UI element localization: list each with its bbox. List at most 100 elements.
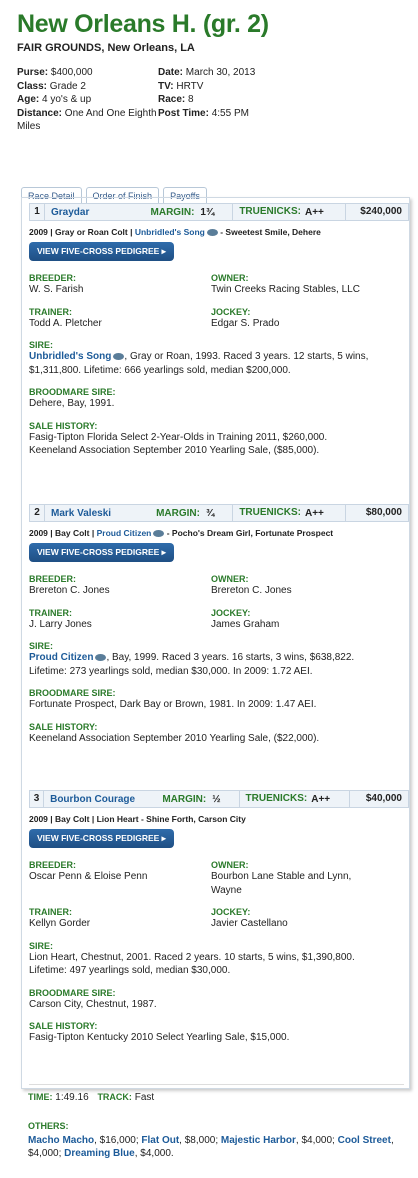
breeder-label: BREEDER:	[29, 860, 77, 870]
other-horse-amount: , $8,000;	[179, 1134, 221, 1146]
other-horse-link[interactable]: Macho Macho	[28, 1135, 94, 1146]
owner-line: Bourbon Lane Stable and Lynn,	[211, 871, 352, 882]
eye-icon[interactable]	[113, 352, 125, 360]
track-label: TRACK:	[97, 1092, 132, 1102]
margin-value: 1¾	[200, 206, 215, 218]
pedigree-line: 2009 | Bay Colt | Proud Citizen - Pocho'…	[29, 528, 409, 538]
broodmare-value: Fortunate Prospect, Dark Bay or Brown, 1…	[29, 699, 317, 710]
eye-icon[interactable]	[95, 653, 107, 661]
others-section: OTHERS: Macho Macho, $16,000; Flat Out, …	[28, 1120, 400, 1161]
jockey-label: JOCKEY:	[211, 907, 251, 917]
post-time-value: 4:55 PM	[211, 107, 249, 119]
truenicks-label: TRUENICKS:	[232, 204, 301, 220]
eye-icon[interactable]	[206, 229, 218, 237]
sire-line: Lifetime: 497 yearlings sold, median $30…	[29, 965, 231, 976]
owner-label: OWNER:	[211, 574, 249, 584]
broodmare-label: BROODMARE SIRE:	[29, 688, 116, 698]
prize-money: $80,000	[345, 505, 408, 521]
broodmare-value: Dehere, Bay, 1991.	[29, 398, 115, 409]
race-detail-panel: 1 Graydar MARGIN: 1¾ TRUENICKS: A++ $240…	[21, 197, 410, 1089]
time-track: TIME: 1:49.16 TRACK: Fast	[28, 1092, 154, 1103]
other-horse-link[interactable]: Flat Out	[141, 1135, 179, 1146]
sale-history-line: Keeneland Association September 2010 Yea…	[29, 732, 320, 744]
horse-name-link[interactable]: Graydar	[45, 207, 141, 218]
sale-history-line: Keeneland Association September 2010 Yea…	[29, 445, 320, 456]
broodmare-label: BROODMARE SIRE:	[29, 387, 116, 397]
owner-value: Brereton C. Jones	[211, 585, 292, 596]
owner-line: Wayne	[211, 884, 242, 896]
time-value: 1:49.16	[55, 1092, 89, 1103]
date-value: March 30, 2013	[185, 67, 256, 78]
sire-name-link[interactable]: Unbridled's Song	[29, 351, 111, 362]
jockey-label: JOCKEY:	[211, 607, 251, 618]
other-horse-amount: , $16,000;	[94, 1134, 142, 1146]
finisher-2: 2 Mark Valeski MARGIN: ¾ TRUENICKS: A++ …	[29, 504, 409, 744]
other-horse-link[interactable]: Majestic Harbor	[221, 1135, 296, 1146]
other-horse-link[interactable]: Cool Street	[338, 1135, 391, 1146]
race-info: Purse: $400,000 Class: Grade 2 Age: 4 yo…	[17, 66, 412, 134]
sire-link[interactable]: Proud Citizen	[97, 528, 152, 538]
pedigree-prefix: 2009 | Bay Colt |	[29, 528, 97, 538]
others-list: Macho Macho, $16,000; Flat Out, $8,000; …	[28, 1134, 400, 1161]
sire-link[interactable]: Unbridled's Song	[135, 227, 205, 237]
age-value: 4 yo's & up	[42, 94, 92, 105]
horse-name-link[interactable]: Bourbon Courage	[44, 794, 162, 805]
truenicks-value: A++	[305, 507, 324, 519]
sale-history-label: SALE HISTORY:	[29, 721, 98, 732]
other-horse-amount: , $4,000.	[134, 1148, 174, 1159]
view-pedigree-button[interactable]: VIEW FIVE-CROSS PEDIGREE ▸	[29, 829, 174, 848]
owner-label: OWNER:	[211, 273, 249, 283]
sire-details: Proud Citizen , Bay, 1999. Raced 3 years.…	[29, 651, 409, 678]
sire-line: Lifetime: 273 yearlings sold, median $30…	[29, 665, 313, 677]
finisher-3: 3 Bourbon Courage MARGIN: ½ TRUENICKS: A…	[29, 790, 409, 1043]
sire-label: SIRE:	[29, 641, 54, 651]
race-location: FAIR GROUNDS, New Orleans, LA	[17, 42, 195, 54]
pedigree-rest: - Sweetest Smile, Dehere	[217, 227, 321, 237]
sire-name-link[interactable]: Proud Citizen	[29, 652, 93, 663]
sale-history-label: SALE HISTORY:	[29, 1021, 98, 1031]
page-title: New Orleans H. (gr. 2)	[17, 10, 269, 38]
sale-history-line: Fasig-Tipton Kentucky 2010 Select Yearli…	[29, 1032, 290, 1043]
view-pedigree-button[interactable]: VIEW FIVE-CROSS PEDIGREE ▸	[29, 543, 174, 562]
breeder-value: W. S. Farish	[29, 284, 84, 295]
trainer-label: TRAINER:	[29, 306, 72, 317]
eye-icon[interactable]	[153, 530, 165, 538]
sire-label: SIRE:	[29, 340, 54, 350]
class-value: Grade 2	[49, 80, 86, 92]
date-label: Date:	[158, 67, 184, 78]
jockey-value: Edgar S. Prado	[211, 317, 280, 329]
trainer-label: TRAINER:	[29, 907, 72, 917]
time-label: TIME:	[28, 1092, 53, 1102]
owner-value: Bourbon Lane Stable and Lynn, Wayne	[211, 870, 393, 897]
jockey-value: James Graham	[211, 618, 280, 630]
view-pedigree-button[interactable]: VIEW FIVE-CROSS PEDIGREE ▸	[29, 242, 174, 261]
finisher-bar: 1 Graydar MARGIN: 1¾ TRUENICKS: A++ $240…	[29, 203, 409, 221]
owner-value: Twin Creeks Racing Stables, LLC	[211, 284, 360, 295]
trainer-value: J. Larry Jones	[29, 618, 92, 630]
tv-value: HRTV	[176, 80, 204, 92]
finisher-bar: 2 Mark Valeski MARGIN: ¾ TRUENICKS: A++ …	[29, 504, 409, 522]
pedigree-prefix: 2009 | Gray or Roan Colt |	[29, 227, 135, 237]
prize-money: $240,000	[345, 204, 408, 220]
race-value: 8	[188, 94, 194, 105]
truenicks-label: TRUENICKS:	[238, 791, 307, 807]
truenicks-value: A++	[311, 793, 331, 805]
class-label: Class:	[17, 80, 48, 92]
trainer-value: Todd A. Pletcher	[29, 317, 102, 329]
other-horse-link[interactable]: Dreaming Blue	[64, 1148, 135, 1159]
sire-line: , Bay, 1999. Raced 3 years. 16 starts, 3…	[106, 652, 355, 663]
pedigree-rest: - Pocho's Dream Girl, Fortunate Prospect	[164, 528, 334, 538]
horse-name-link[interactable]: Mark Valeski	[45, 508, 141, 519]
sire-label: SIRE:	[29, 940, 54, 951]
margin-label: MARGIN:	[150, 206, 195, 218]
pedigree-line: 2009 | Bay Colt | Lion Heart - Shine For…	[29, 814, 246, 824]
finisher-1: 1 Graydar MARGIN: 1¾ TRUENICKS: A++ $240…	[29, 203, 409, 456]
other-horse-amount: , $4,000;	[295, 1134, 338, 1146]
sire-details: Unbridled's Song , Gray or Roan, 1993. Ra…	[29, 350, 409, 377]
owner-label: OWNER:	[211, 860, 249, 870]
divider	[29, 1084, 404, 1085]
broodmare-value: Carson City, Chestnut, 1987.	[29, 998, 157, 1010]
breeder-label: BREEDER:	[29, 273, 77, 283]
margin-value: ½	[212, 793, 221, 805]
purse-label: Purse:	[17, 67, 49, 78]
